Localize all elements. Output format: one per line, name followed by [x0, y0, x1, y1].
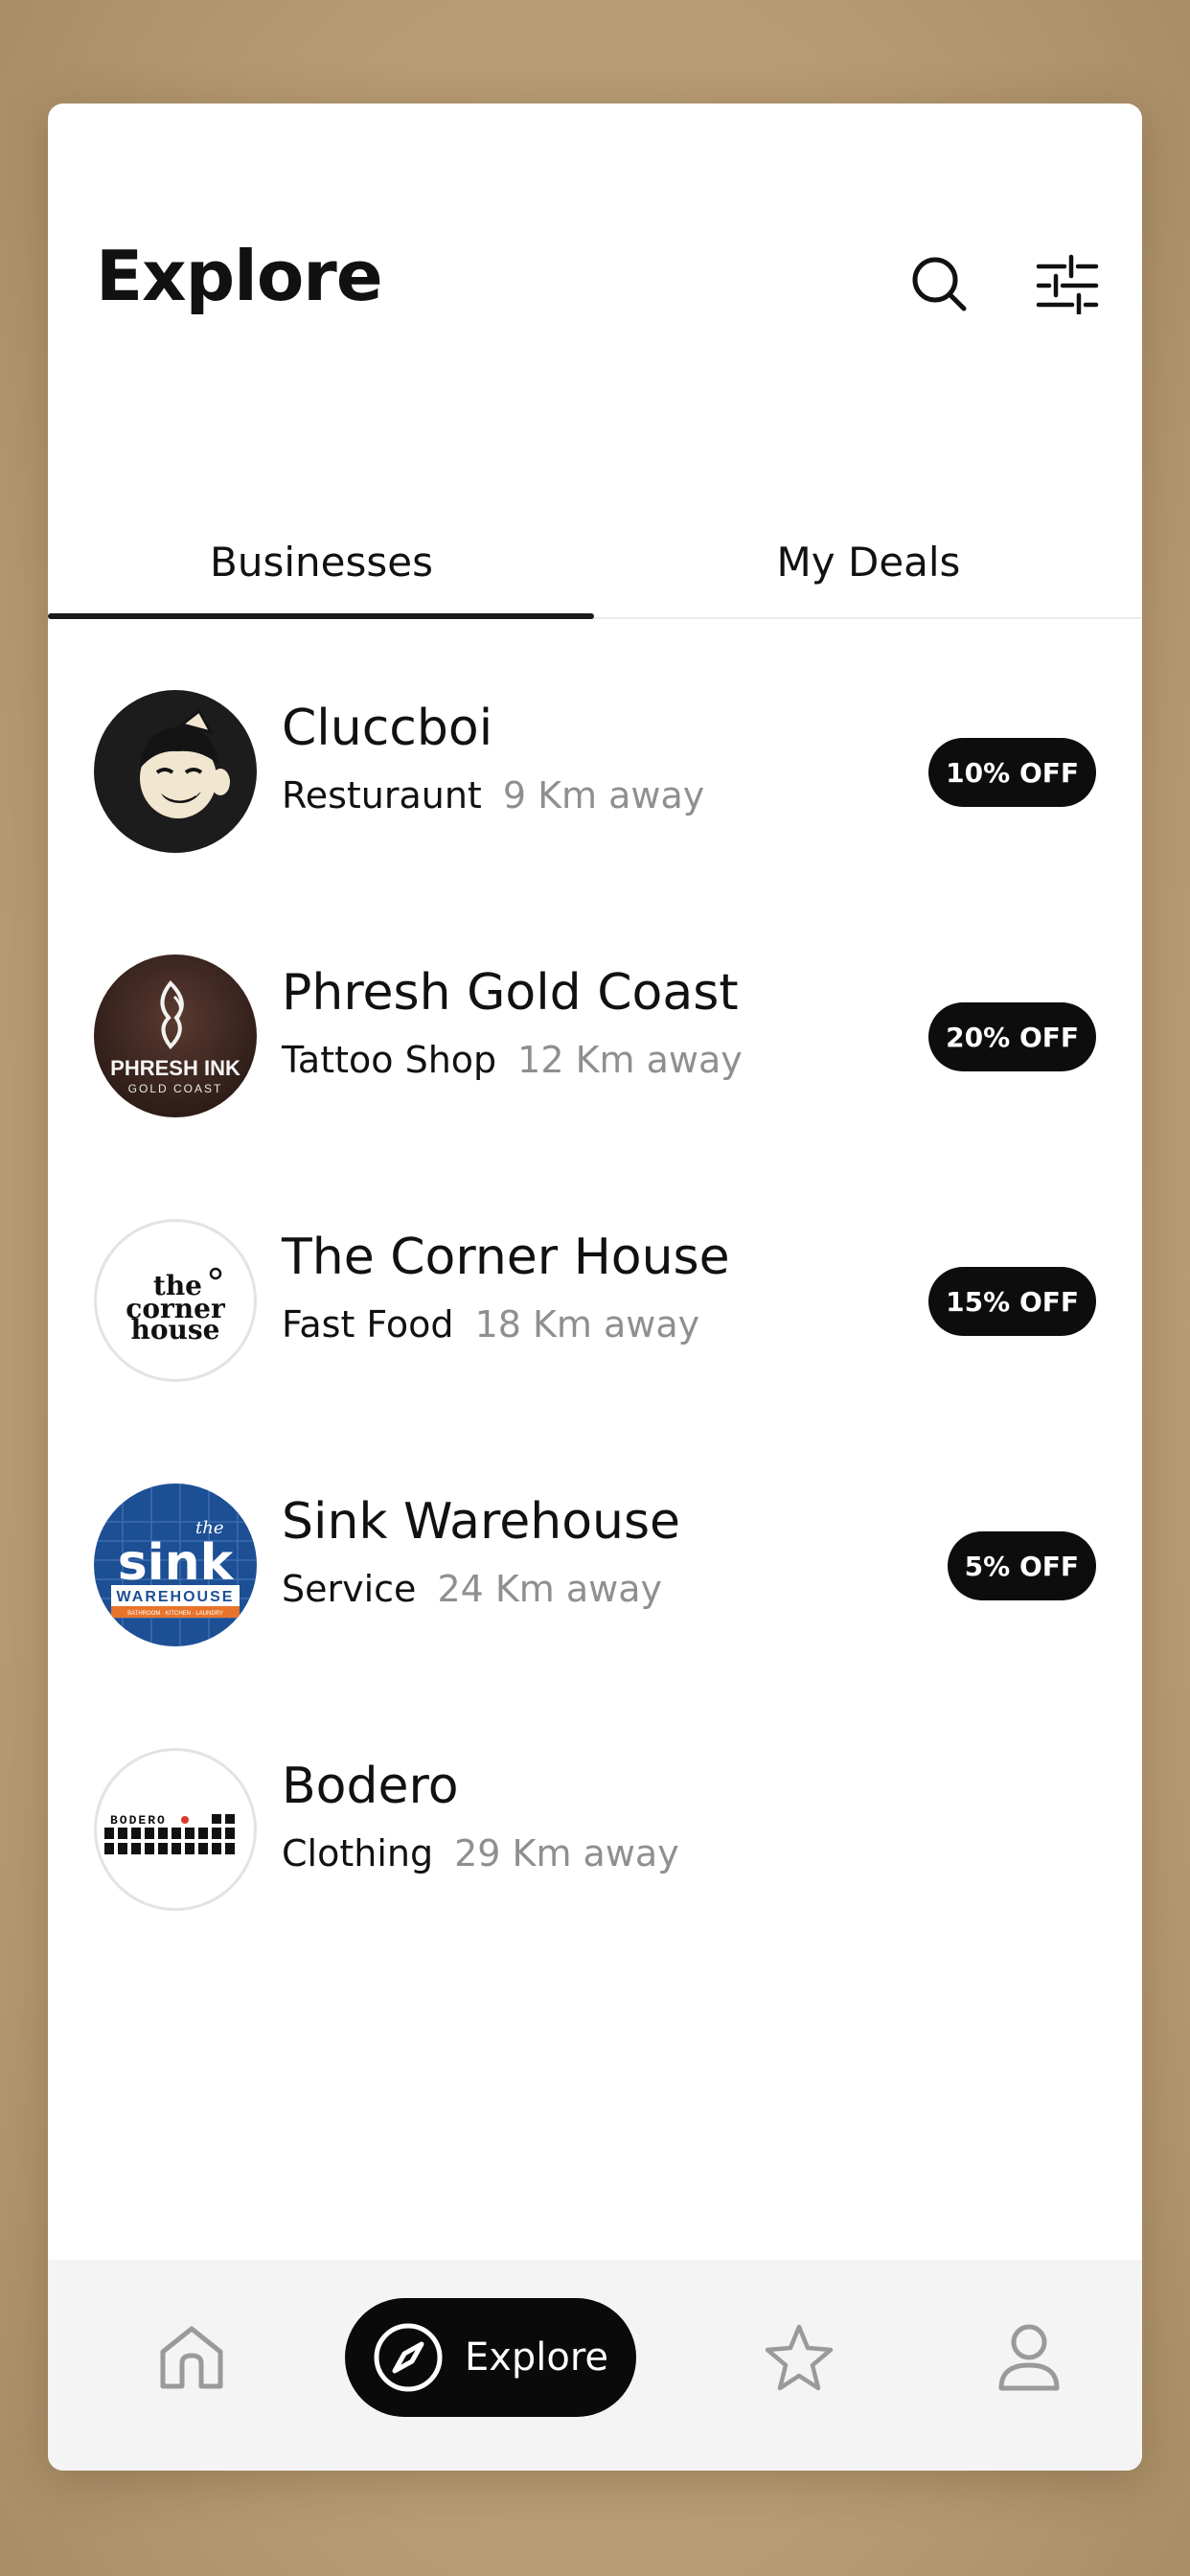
business-distance: 12 Km away — [517, 1039, 743, 1081]
business-distance: 18 Km away — [474, 1303, 700, 1346]
header: Explore — [48, 104, 1142, 516]
logo-text: PHRESH INK — [110, 1056, 240, 1080]
business-row[interactable]: Cluccboi Resturaunt 9 Km away 10% OFF — [48, 640, 1142, 905]
cartoon-face-logo — [140, 708, 230, 818]
business-meta: Service 24 Km away — [282, 1568, 662, 1610]
business-name: Bodero — [282, 1758, 459, 1815]
nav-profile[interactable] — [972, 2298, 1087, 2417]
business-distance: 24 Km away — [437, 1568, 663, 1610]
business-meta: Resturaunt 9 Km away — [282, 774, 704, 816]
tab-my-deals[interactable]: My Deals — [595, 506, 1142, 617]
bottom-nav: Explore — [48, 2260, 1142, 2471]
nav-explore-label: Explore — [464, 2335, 609, 2380]
sliders-icon — [1036, 254, 1099, 314]
tab-businesses-label: Businesses — [210, 538, 433, 586]
business-name: Sink Warehouse — [282, 1493, 681, 1551]
home-icon — [160, 2326, 223, 2389]
logo-subtext: GOLD COAST — [128, 1082, 223, 1095]
tab-my-deals-label: My Deals — [776, 538, 961, 586]
sink-warehouse-logo: the sink WAREHOUSE BATHROOM · KITCHEN · … — [94, 1484, 257, 1646]
business-meta: Fast Food 18 Km away — [282, 1303, 699, 1346]
business-meta: Tattoo Shop 12 Km away — [282, 1039, 743, 1081]
business-row[interactable]: PHRESH INK GOLD COAST Phresh Gold Coast … — [48, 905, 1142, 1169]
tab-bar: Businesses My Deals — [48, 506, 1142, 619]
business-distance: 29 Km away — [454, 1832, 679, 1874]
compass-icon — [374, 2323, 443, 2392]
nav-favorites[interactable] — [742, 2298, 857, 2417]
logo-text-tagline: BATHROOM · KITCHEN · LAUNDRY — [127, 1611, 223, 1617]
page-title: Explore — [96, 236, 383, 316]
active-tab-indicator — [48, 613, 594, 619]
business-meta: Clothing 29 Km away — [282, 1832, 679, 1874]
filter-button[interactable] — [1029, 245, 1106, 322]
logo-text-warehouse: WAREHOUSE — [117, 1589, 235, 1605]
logo-text-sink: sink — [118, 1534, 235, 1592]
business-category: Resturaunt — [282, 774, 482, 816]
business-category: Tattoo Shop — [282, 1039, 497, 1081]
business-logo: PHRESH INK GOLD COAST — [94, 954, 257, 1117]
app-screen: Explore Businesses My Deals Cluccboi Res… — [48, 104, 1142, 2471]
logo-text: BODERO — [110, 1813, 167, 1828]
deal-badge: 5% OFF — [947, 1531, 1096, 1600]
search-icon — [912, 257, 967, 311]
business-name: Cluccboi — [282, 700, 493, 757]
business-distance: 9 Km away — [502, 774, 705, 816]
logo-text-house: house — [131, 1314, 220, 1346]
business-row[interactable]: the sink WAREHOUSE BATHROOM · KITCHEN · … — [48, 1434, 1142, 1698]
business-name: Phresh Gold Coast — [282, 964, 739, 1022]
business-logo: the corner house — [94, 1219, 257, 1382]
corner-house-logo: the corner house — [126, 1267, 226, 1346]
deal-badge: 20% OFF — [928, 1002, 1096, 1071]
business-row[interactable]: the corner house The Corner House Fast F… — [48, 1169, 1142, 1434]
business-logo: the sink WAREHOUSE BATHROOM · KITCHEN · … — [94, 1484, 257, 1646]
business-category: Fast Food — [282, 1303, 454, 1346]
phresh-ink-logo: PHRESH INK GOLD COAST — [110, 980, 240, 1095]
deal-badge: 15% OFF — [928, 1267, 1096, 1336]
nav-explore[interactable]: Explore — [345, 2298, 636, 2417]
nav-home[interactable] — [134, 2298, 249, 2417]
business-row[interactable]: BODERO Bodero Clothing 29 Km away — [48, 1698, 1142, 1963]
business-category: Service — [282, 1568, 417, 1610]
deal-badge: 10% OFF — [928, 738, 1096, 807]
bodero-logo: BODERO — [104, 1813, 235, 1854]
tab-businesses[interactable]: Businesses — [48, 506, 595, 617]
search-button[interactable] — [901, 245, 977, 322]
business-logo: BODERO — [94, 1748, 257, 1911]
business-category: Clothing — [282, 1832, 434, 1874]
user-icon — [998, 2324, 1060, 2391]
star-icon — [765, 2324, 834, 2391]
business-logo — [94, 690, 257, 853]
business-name: The Corner House — [282, 1229, 730, 1286]
